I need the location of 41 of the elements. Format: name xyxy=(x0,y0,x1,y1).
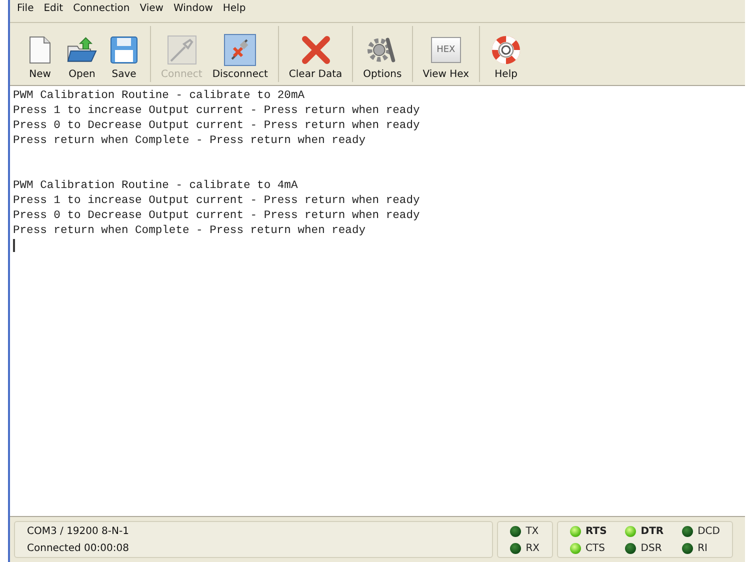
close-icon xyxy=(300,35,331,65)
terminal-line: Press 0 to Decrease Output current - Press return when ready xyxy=(13,119,421,134)
terminal-line: Press return when Complete - Press return when ready xyxy=(13,134,367,149)
toolbar-button[interactable]: Help xyxy=(486,26,526,82)
terminal-line: Press return when Complete - Press return when ready xyxy=(13,224,367,239)
led-label: DSR xyxy=(640,542,662,554)
plug-icon xyxy=(166,35,197,65)
terminal-line: PWM Calibration Routine - calibrate to 4mA xyxy=(13,179,299,194)
port-settings: COM3 / 19200 8-N-1 xyxy=(27,526,130,536)
led-label: RTS xyxy=(586,526,607,536)
terminal-line: Press 1 to increase Output current - Press return when ready xyxy=(13,194,421,209)
terminal-line: Press 1 to increase Output current - Press return when ready xyxy=(13,104,421,119)
lifebuoy-icon xyxy=(491,35,522,65)
led-label: CTS xyxy=(586,542,605,554)
blank-page-icon xyxy=(29,36,51,64)
toolbar-button[interactable]: Open xyxy=(62,26,102,82)
menu-item[interactable]: File xyxy=(14,3,37,19)
toolbar-button[interactable]: New xyxy=(20,26,60,82)
toolbar-button[interactable]: Options xyxy=(359,26,406,82)
menu-item[interactable]: Help xyxy=(220,3,249,19)
led-label: RX xyxy=(526,542,540,554)
settings-icon xyxy=(367,35,398,65)
text-cursor xyxy=(13,239,15,252)
menu-item[interactable]: View xyxy=(136,3,166,19)
menu-item[interactable]: Edit xyxy=(40,3,66,19)
terminal-line: Press 0 to Decrease Output current - Press return when ready xyxy=(13,209,421,224)
terminal-output[interactable] xyxy=(10,86,745,517)
toolbar-button[interactable]: Clear Data xyxy=(284,26,346,82)
led-label: DCD xyxy=(698,526,720,536)
toolbar-button[interactable]: Disconnect xyxy=(208,26,272,82)
led-label: RI xyxy=(698,542,708,554)
hex-icon: HEX xyxy=(430,37,461,63)
connection-time: Connected 00:00:08 xyxy=(27,542,130,554)
terminal-line: PWM Calibration Routine - calibrate to 20mA xyxy=(13,89,306,104)
toolbar-button[interactable]: HEX View Hex xyxy=(418,26,474,82)
led-label: TX xyxy=(526,526,539,536)
led-label: DTR xyxy=(640,526,664,536)
menu-item[interactable]: Window xyxy=(170,3,216,19)
folder-icon xyxy=(67,36,97,64)
menu-item[interactable]: Connection xyxy=(70,3,133,19)
toolbar-button[interactable]: Save xyxy=(104,26,144,82)
